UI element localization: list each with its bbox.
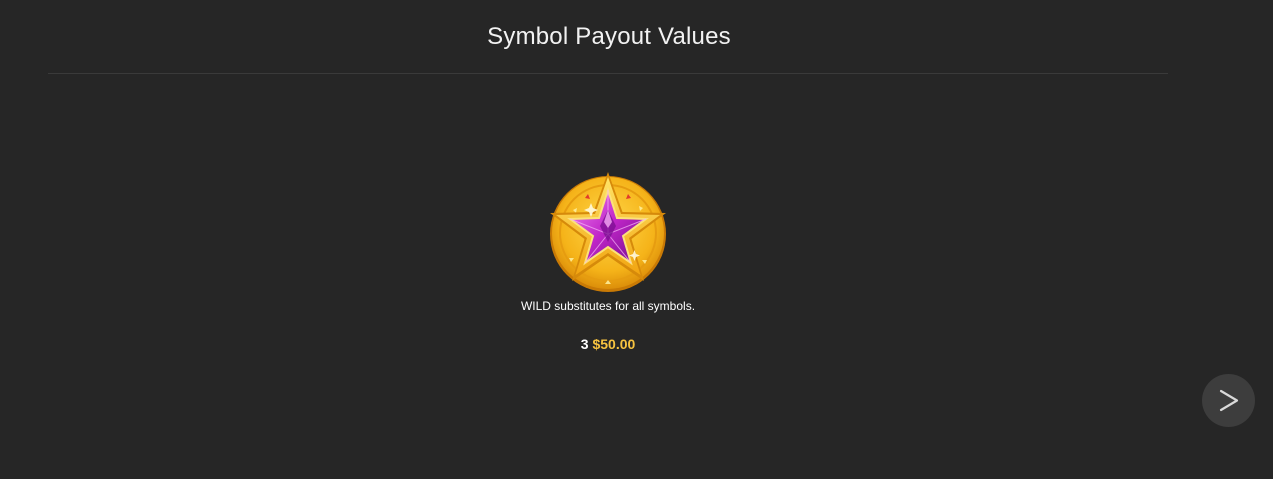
payout-value: $50.00 <box>592 336 636 352</box>
page-title: Symbol Payout Values <box>487 23 731 50</box>
paytable-page: Symbol Payout Values WILD substitutes fo… <box>0 0 1273 479</box>
payout-row: 3 $50.00 <box>468 335 748 353</box>
header: Symbol Payout Values <box>0 0 1218 74</box>
header-divider <box>48 73 1168 74</box>
payout-count: 3 <box>580 336 589 352</box>
symbol-description: WILD substitutes for all symbols. <box>520 299 696 313</box>
next-page-button[interactable] <box>1202 374 1255 427</box>
symbol-card-wild: WILD substitutes for all symbols. 3 $50.0… <box>468 164 748 364</box>
chevron-right-icon <box>1219 389 1239 412</box>
wild-star-gem-icon <box>545 168 671 294</box>
